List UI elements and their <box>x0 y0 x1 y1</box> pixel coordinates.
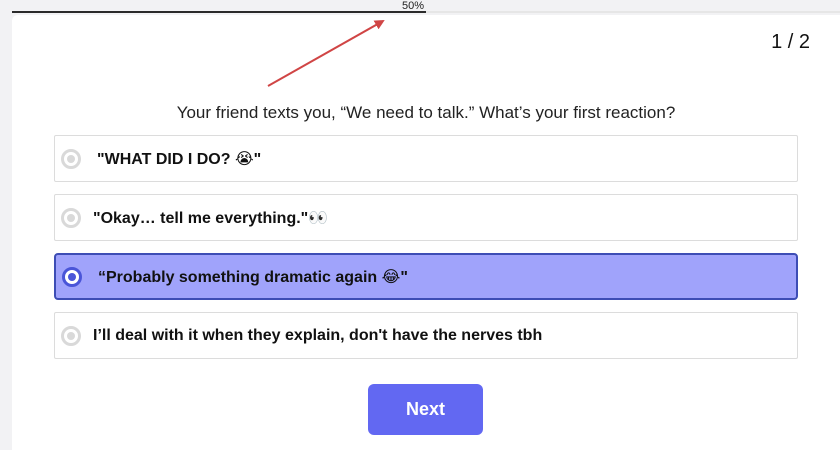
question-text: Your friend texts you, “We need to talk.… <box>176 103 676 122</box>
radio-button-icon[interactable] <box>62 266 82 287</box>
answer-option-label: "WHAT DID I DO? 😭" <box>97 150 262 168</box>
step-counter: 1 / 2 <box>771 31 810 53</box>
progress-fill <box>12 11 426 13</box>
progress-bar <box>12 11 840 13</box>
answer-option-label: “Probably something dramatic again 😂" <box>98 268 408 286</box>
answer-options: "WHAT DID I DO? 😭" "Okay… tell me everyt… <box>54 135 798 371</box>
answer-option-label: I’ll deal with it when they explain, don… <box>93 326 543 344</box>
radio-button-icon[interactable] <box>61 325 81 346</box>
radio-button-icon[interactable] <box>61 148 81 169</box>
radio-button-icon[interactable] <box>61 207 81 228</box>
answer-option-3[interactable]: “Probably something dramatic again 😂" <box>54 253 798 300</box>
progress-label: 50% <box>402 0 425 12</box>
answer-option-label: "Okay… tell me everything."👀 <box>93 209 329 227</box>
answer-option-1[interactable]: "WHAT DID I DO? 😭" <box>54 135 798 182</box>
next-button[interactable]: Next <box>368 384 483 435</box>
answer-option-4[interactable]: I’ll deal with it when they explain, don… <box>54 312 798 359</box>
answer-option-2[interactable]: "Okay… tell me everything."👀 <box>54 194 798 241</box>
